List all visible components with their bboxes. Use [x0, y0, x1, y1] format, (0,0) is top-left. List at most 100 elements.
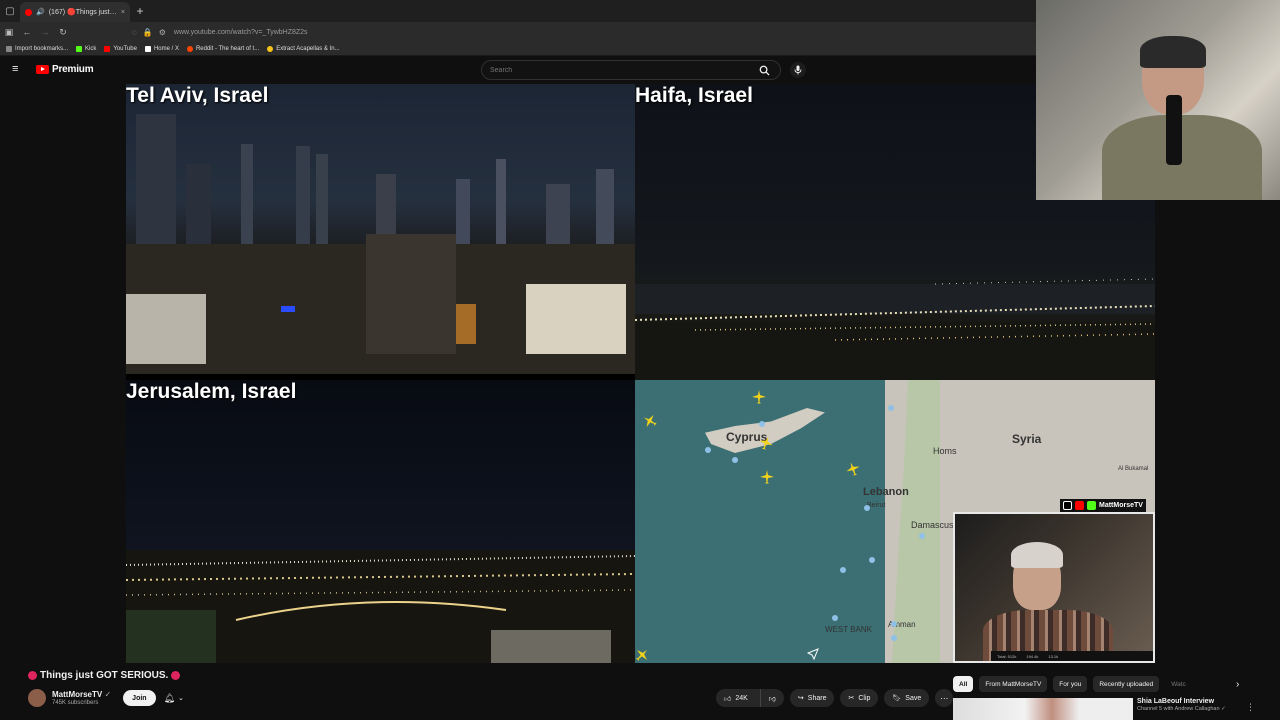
- save-button[interactable]: 🔖︎ Save: [884, 689, 930, 707]
- chevron-right-icon[interactable]: ›: [1236, 679, 1239, 690]
- recommended-video[interactable]: Shia LaBeouf Interview Channel 5 with An…: [953, 698, 1253, 720]
- live-dot-icon: [28, 671, 37, 680]
- channel-avatar[interactable]: [28, 689, 46, 707]
- sidebar-toggle-icon[interactable]: ▣: [0, 27, 18, 38]
- youtube-logo-icon: [36, 65, 49, 74]
- microphone-stand: [1166, 95, 1182, 165]
- bookmark-site-icon: [267, 45, 274, 52]
- shield-icon[interactable]: ◌: [132, 28, 137, 37]
- search-button[interactable]: [748, 61, 780, 79]
- site-settings-icon[interactable]: ⚙: [159, 28, 166, 37]
- bookmark-icon: [6, 45, 12, 52]
- recommended-thumbnail[interactable]: [953, 698, 1133, 720]
- recommended-channel: Channel 5 with Andrew Callaghan ✓: [1137, 706, 1226, 712]
- reload-button[interactable]: ↻: [54, 27, 72, 38]
- recommended-meta: Shia LaBeouf Interview Channel 5 with An…: [1137, 698, 1226, 720]
- reddit-icon: [186, 45, 193, 52]
- recommendation-chips: All From MattMorseTV For you Recently up…: [953, 676, 1253, 692]
- youtube-icon: [104, 45, 111, 52]
- video-actions: 👍︎ 24K 👎︎ ↪ Share ✂ Clip 🔖︎ Save ⋯: [716, 689, 954, 707]
- youtube-favicon-icon: [25, 8, 32, 16]
- tab-actions-icon[interactable]: ▢: [0, 0, 20, 22]
- subscription-bell-button[interactable]: 🔔︎ ⌄: [164, 693, 184, 704]
- kick-icon: [76, 45, 83, 52]
- bookmark-icon: 🔖︎: [892, 695, 902, 702]
- video-title: Things just GOT SERIOUS.: [28, 670, 181, 681]
- close-tab-icon[interactable]: ×: [121, 9, 125, 16]
- inset-ticker: Total: 512k 194.4k 13.1k: [991, 651, 1153, 661]
- url-input[interactable]: www.youtube.com/watch?v=_TywbHZ8Z2s: [174, 29, 308, 36]
- inset-webcam: Total: 512k 194.4k 13.1k: [953, 512, 1155, 663]
- microphone-icon: [794, 65, 802, 75]
- chip-all[interactable]: All: [953, 676, 974, 692]
- logo-text: Premium: [52, 64, 94, 75]
- chip-recently-uploaded[interactable]: Recently uploaded: [1093, 676, 1160, 692]
- tel-aviv-feed: Tel Aviv, Israel: [126, 84, 635, 374]
- like-count: 24K: [735, 694, 748, 702]
- bookmark-youtube[interactable]: YouTube: [104, 45, 137, 52]
- kick-icon: [1087, 501, 1096, 510]
- tel-aviv-skyline: [126, 114, 635, 374]
- tel-aviv-label: Tel Aviv, Israel: [126, 84, 269, 107]
- subscriber-count: 745K subscribers: [52, 700, 99, 706]
- forward-button[interactable]: →: [36, 27, 54, 37]
- navigation-arrow-icon[interactable]: [807, 648, 819, 660]
- bookmark-x[interactable]: Home / X: [144, 45, 179, 52]
- search-box: [481, 60, 781, 80]
- lock-icon[interactable]: 🔒: [143, 28, 153, 37]
- bookmark-import[interactable]: Import bookmarks...: [6, 45, 68, 52]
- clip-button[interactable]: ✂ Clip: [840, 689, 879, 707]
- more-actions-button[interactable]: ⋯: [935, 689, 954, 707]
- chip-watched[interactable]: Watc: [1165, 676, 1192, 692]
- streamer-webcam: [1036, 0, 1280, 200]
- bell-icon: 🔔︎: [163, 692, 175, 703]
- new-tab-button[interactable]: +: [130, 4, 150, 18]
- x-icon: [1063, 501, 1072, 510]
- bookmarks-bar: Import bookmarks... Kick YouTube Home / …: [0, 42, 1036, 56]
- verified-badge-icon: ✓: [104, 690, 112, 699]
- recommended-title[interactable]: Shia LaBeouf Interview: [1137, 698, 1226, 705]
- browser-tab[interactable]: 🔊 (167) 🔴Things just GOT SE ×: [20, 2, 130, 22]
- video-title-text: Things just GOT SERIOUS.: [40, 670, 169, 681]
- share-button[interactable]: ↪ Share: [789, 689, 835, 707]
- webcam-person-body: [1102, 115, 1262, 200]
- thumbs-down-icon: 👎︎: [768, 695, 776, 703]
- jerusalem-feed: Jerusalem, Israel: [126, 380, 635, 663]
- jerusalem-label: Jerusalem, Israel: [126, 380, 297, 403]
- search-input[interactable]: [482, 66, 748, 74]
- overlay-handle: MattMorseTV: [1099, 502, 1143, 509]
- inset-person-cap: [1011, 542, 1063, 568]
- voice-search-button[interactable]: [790, 62, 806, 78]
- browser-tab-bar: ▢ 🔊 (167) 🔴Things just GOT SE × +: [0, 0, 1036, 22]
- youtube-icon: [1075, 501, 1084, 510]
- scissors-icon: ✂: [848, 695, 855, 702]
- webcam-person-cap: [1140, 36, 1206, 68]
- dislike-button[interactable]: 👎︎: [759, 689, 784, 707]
- like-dislike-group: 👍︎ 24K 👎︎: [716, 689, 784, 707]
- x-icon: [144, 45, 151, 52]
- thumbs-up-icon: 👍︎: [724, 695, 732, 703]
- channel-name[interactable]: MattMorseTV ✓: [52, 690, 111, 699]
- menu-icon[interactable]: ≡: [12, 64, 23, 75]
- speaker-icon[interactable]: 🔊: [36, 8, 45, 16]
- bookmark-acapellas[interactable]: Extract Acapellas & In...: [267, 45, 340, 52]
- share-icon: ↪: [797, 695, 804, 702]
- channel-row: MattMorseTV ✓ 745K subscribers Join 🔔︎ ⌄: [28, 686, 184, 710]
- search-icon: [759, 65, 770, 76]
- live-dot-icon: [171, 671, 181, 680]
- chip-for-you[interactable]: For you: [1053, 676, 1088, 692]
- screen: ▢ 🔊 (167) 🔴Things just GOT SE × + ▣ ← → …: [0, 0, 1280, 720]
- browser-address-bar: ▣ ← → ↻ ◌ 🔒 ⚙ www.youtube.com/watch?v=_T…: [0, 22, 1036, 42]
- back-button[interactable]: ←: [18, 27, 36, 37]
- social-handle-overlay: MattMorseTV: [1060, 499, 1146, 512]
- channel-meta: MattMorseTV ✓ 745K subscribers: [52, 690, 111, 706]
- bookmark-kick[interactable]: Kick: [76, 45, 96, 52]
- like-button[interactable]: 👍︎ 24K: [716, 689, 756, 707]
- chevron-down-icon: ⌄: [178, 695, 184, 702]
- youtube-premium-logo[interactable]: Premium: [36, 64, 94, 75]
- tab-title: (167) 🔴Things just GOT SE: [48, 9, 117, 16]
- kebab-menu-icon[interactable]: ⋮: [1246, 702, 1255, 713]
- chip-from-channel[interactable]: From MattMorseTV: [979, 676, 1048, 692]
- join-button[interactable]: Join: [123, 690, 156, 706]
- bookmark-reddit[interactable]: Reddit - The heart of t...: [186, 45, 259, 52]
